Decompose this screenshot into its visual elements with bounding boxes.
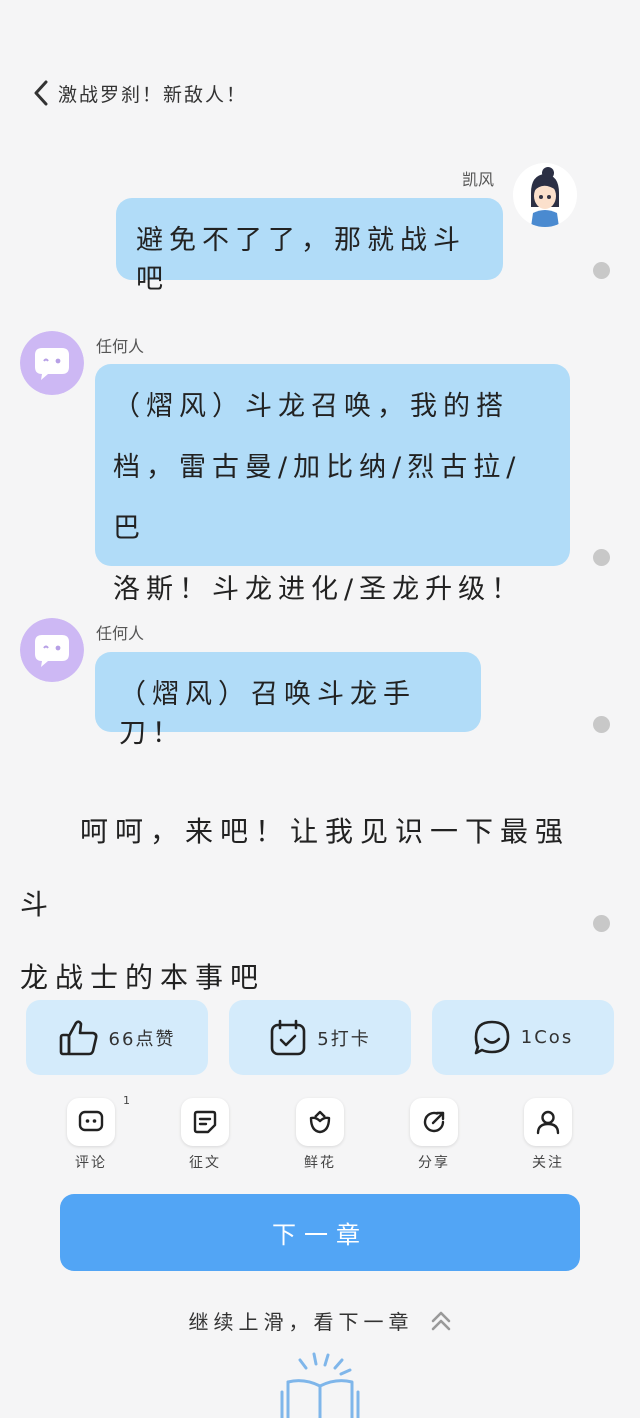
bubble-line: 洛斯！斗龙进化/圣龙升级！ (113, 574, 525, 605)
share-button[interactable]: 分享 (404, 1098, 464, 1172)
comment-label: 评论 (75, 1155, 107, 1171)
speaker-name: 任何人 (96, 337, 145, 356)
checkin-button[interactable]: 5打卡 (229, 1000, 411, 1075)
narrator-avatar[interactable] (20, 331, 84, 395)
flower-button[interactable]: 鲜花 (290, 1098, 350, 1172)
like-count: 66点赞 (108, 1028, 176, 1050)
character-avatar[interactable] (513, 163, 577, 227)
comment-icon (78, 1110, 104, 1132)
status-dot (593, 915, 610, 932)
follow-label: 关注 (532, 1155, 564, 1171)
share-label: 分享 (418, 1155, 450, 1171)
checkin-count: 5打卡 (317, 1028, 371, 1050)
essay-label: 征文 (189, 1155, 221, 1171)
chat-bubble: （熠风）斗龙召唤，我的搭 档，雷古曼/加比纳/烈古拉/巴 洛斯！斗龙进化/圣龙升… (95, 364, 570, 605)
back-chevron-icon[interactable] (30, 78, 52, 108)
like-button[interactable]: 66点赞 (26, 1000, 208, 1075)
swipe-hint-text: 继续上滑，看下一章 (188, 1310, 414, 1334)
flower-label: 鲜花 (304, 1155, 336, 1171)
note-icon (193, 1110, 217, 1134)
share-icon (423, 1111, 445, 1133)
status-dot (593, 262, 610, 279)
cos-count: 1Cos (520, 1027, 574, 1048)
calendar-check-icon (270, 1019, 306, 1055)
chat-bubble-icon (474, 1020, 510, 1054)
chapter-title: 激战罗刹！新敌人！ (58, 83, 248, 106)
speaker-name: 凯风 (462, 170, 495, 189)
bubble-line: 档，雷古曼/加比纳/烈古拉/巴 (113, 452, 522, 544)
bubble-line: （熠风）斗龙召唤，我的搭 (113, 391, 509, 422)
follow-button[interactable]: 关注 (518, 1098, 578, 1172)
chat-bubble: （熠风）召唤斗龙手刀！ (95, 652, 481, 749)
comment-count-badge: 1 (123, 1094, 130, 1107)
user-icon (536, 1110, 560, 1135)
narrator-avatar[interactable] (20, 618, 84, 682)
narration-line: 呵呵，来吧！让我见识一下最强斗 (20, 815, 571, 921)
status-dot (593, 549, 610, 566)
top-bar: 激战罗刹！新敌人！ (30, 78, 247, 108)
status-dot (593, 716, 610, 733)
flower-icon (309, 1110, 331, 1134)
chat-bubble: 避免不了了，那就战斗吧 (116, 198, 503, 295)
speaker-name: 任何人 (96, 624, 145, 643)
next-chapter-button[interactable]: 下一章 (60, 1194, 580, 1271)
open-book-icon (280, 1352, 360, 1418)
thumbs-up-icon (59, 1019, 98, 1055)
essay-button[interactable]: 征文 (175, 1098, 235, 1172)
cos-button[interactable]: 1Cos (432, 1000, 614, 1075)
swipe-hint[interactable]: 继续上滑，看下一章 (0, 1306, 640, 1335)
double-chevron-up-icon (431, 1311, 450, 1330)
comment-button[interactable]: 评论 (61, 1098, 121, 1172)
narration-text: 呵呵，来吧！让我见识一下最强斗 龙战士的本事吧 (20, 795, 580, 1014)
